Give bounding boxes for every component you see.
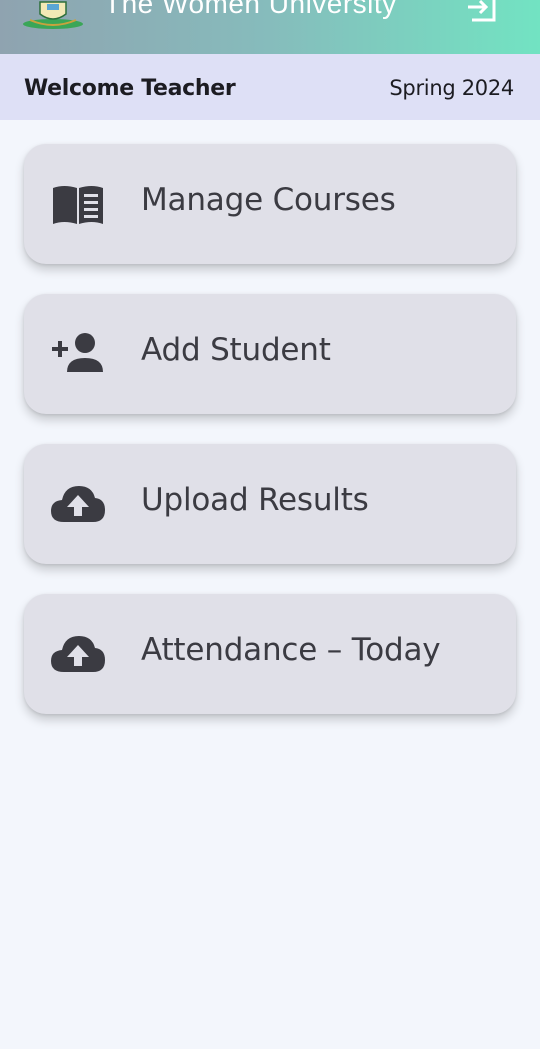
cloud-upload-icon [51, 636, 105, 672]
manage-courses-button[interactable]: Manage Courses [24, 144, 516, 264]
cloud-upload-icon [51, 486, 105, 522]
app-bar: The Women University [0, 0, 540, 54]
app-title: The Women University [104, 0, 397, 19]
welcome-bar: Welcome Teacher Spring 2024 [0, 54, 540, 120]
attendance-today-button[interactable]: Attendance – Today [24, 594, 516, 714]
add-student-label: Add Student [141, 332, 331, 368]
upload-results-button[interactable]: Upload Results [24, 444, 516, 564]
welcome-greeting: Welcome Teacher [24, 76, 236, 101]
attendance-today-label: Attendance – Today [141, 632, 441, 668]
person-add-icon [52, 333, 103, 372]
dashboard-menu: Manage Courses Add Student Upload Result… [24, 144, 516, 744]
logout-icon[interactable] [466, 0, 500, 22]
upload-results-label: Upload Results [141, 482, 369, 518]
manage-courses-label: Manage Courses [141, 182, 396, 218]
university-crest-icon [23, 1, 83, 29]
term-label: Spring 2024 [389, 76, 514, 100]
menu-book-icon [53, 186, 103, 224]
add-student-button[interactable]: Add Student [24, 294, 516, 414]
